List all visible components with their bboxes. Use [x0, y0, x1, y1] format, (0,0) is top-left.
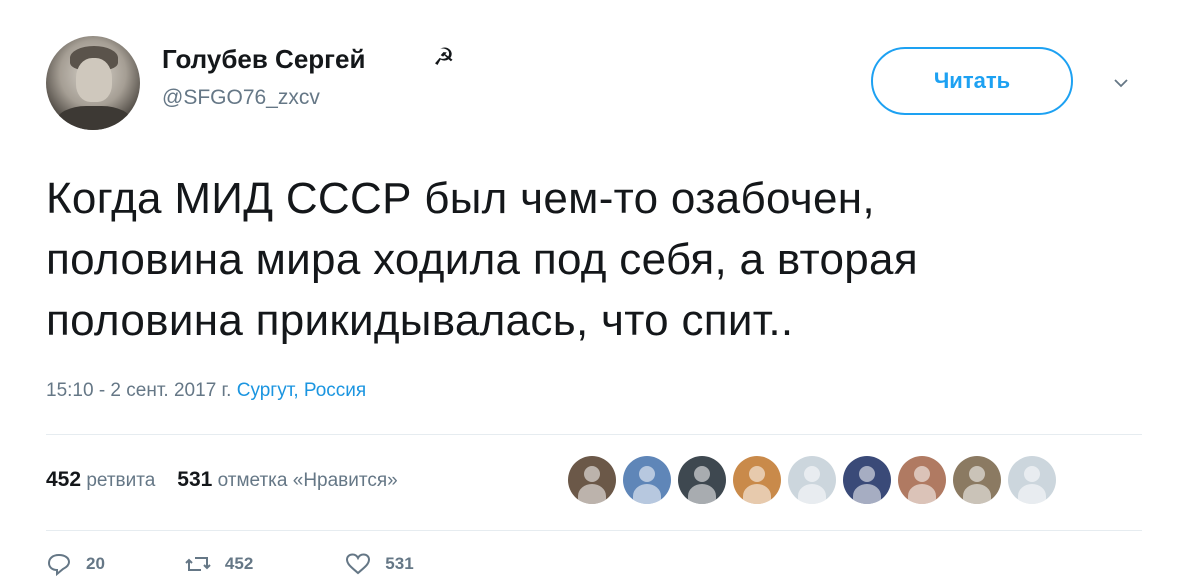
avatar-shirt — [56, 106, 132, 130]
liker-avatar-body — [1018, 484, 1046, 504]
liker-avatar[interactable] — [678, 456, 726, 504]
liker-avatar[interactable] — [733, 456, 781, 504]
profile-avatar[interactable] — [46, 36, 140, 130]
likes-stat[interactable]: 531 отметка «Нравится» — [177, 468, 398, 491]
liker-avatar-body — [743, 484, 771, 504]
divider — [46, 434, 1142, 435]
retweet-icon — [185, 557, 211, 571]
liker-avatar-head — [859, 466, 875, 482]
display-name[interactable]: Голубев Сергей — [162, 44, 365, 75]
like-action[interactable]: 531 — [345, 552, 414, 576]
liker-avatar-head — [1024, 466, 1040, 482]
tweet-stats: 452 ретвита 531 отметка «Нравится» — [46, 468, 398, 492]
liker-avatars — [568, 456, 1056, 504]
avatar-face — [76, 58, 112, 102]
liker-avatar-body — [853, 484, 881, 504]
likes-count: 531 — [177, 468, 213, 491]
retweets-label: ретвита — [86, 470, 156, 491]
liker-avatar-body — [963, 484, 991, 504]
tweet-timestamp[interactable]: 15:10 - 2 сент. 2017 г. — [46, 380, 231, 401]
user-handle[interactable]: @SFGO76_zxcv — [162, 86, 320, 110]
liker-avatar-head — [694, 466, 710, 482]
reply-icon — [47, 553, 71, 576]
liker-avatar[interactable] — [788, 456, 836, 504]
liker-avatar-head — [914, 466, 930, 482]
liker-avatar-head — [749, 466, 765, 482]
liker-avatar[interactable] — [843, 456, 891, 504]
heart-icon — [346, 553, 371, 575]
retweet-count: 452 — [224, 554, 254, 573]
tweet-actions: 20 452 531 — [46, 552, 414, 576]
liker-avatar[interactable] — [1008, 456, 1056, 504]
liker-avatar[interactable] — [623, 456, 671, 504]
tweet-text-line: половина мира ходила под себя, а вторая — [46, 235, 918, 284]
divider — [46, 530, 1142, 531]
retweet-action[interactable]: 452 — [185, 552, 253, 576]
hammer-and-sickle-icon: ☭ — [433, 43, 455, 71]
tweet-metadata: 15:10 - 2 сент. 2017 г. Сургут, Россия — [46, 380, 366, 402]
reply-count: 20 — [86, 554, 105, 573]
reply-action[interactable]: 20 — [46, 552, 105, 576]
like-count: 531 — [385, 554, 414, 573]
tweet-location[interactable]: Сургут, Россия — [237, 380, 366, 401]
follow-button[interactable]: Читать — [871, 47, 1073, 115]
likes-label: отметка «Нравится» — [217, 470, 398, 491]
liker-avatar[interactable] — [953, 456, 1001, 504]
liker-avatar[interactable] — [898, 456, 946, 504]
tweet-text: Когда МИД СССР был чем-то озабочен, поло… — [46, 168, 1166, 351]
retweets-count: 452 — [46, 468, 82, 491]
liker-avatar[interactable] — [568, 456, 616, 504]
liker-avatar-head — [969, 466, 985, 482]
tweet-text-line: Когда МИД СССР был чем-то озабочен, — [46, 174, 875, 223]
liker-avatar-body — [908, 484, 936, 504]
liker-avatar-body — [798, 484, 826, 504]
liker-avatar-head — [584, 466, 600, 482]
tweet-text-line: половина прикидывалась, что спит.. — [46, 296, 794, 345]
liker-avatar-body — [578, 484, 606, 504]
retweets-stat[interactable]: 452 ретвита — [46, 468, 156, 491]
liker-avatar-head — [639, 466, 655, 482]
liker-avatar-head — [804, 466, 820, 482]
chevron-down-icon[interactable] — [1114, 76, 1128, 90]
liker-avatar-body — [633, 484, 661, 504]
liker-avatar-body — [688, 484, 716, 504]
